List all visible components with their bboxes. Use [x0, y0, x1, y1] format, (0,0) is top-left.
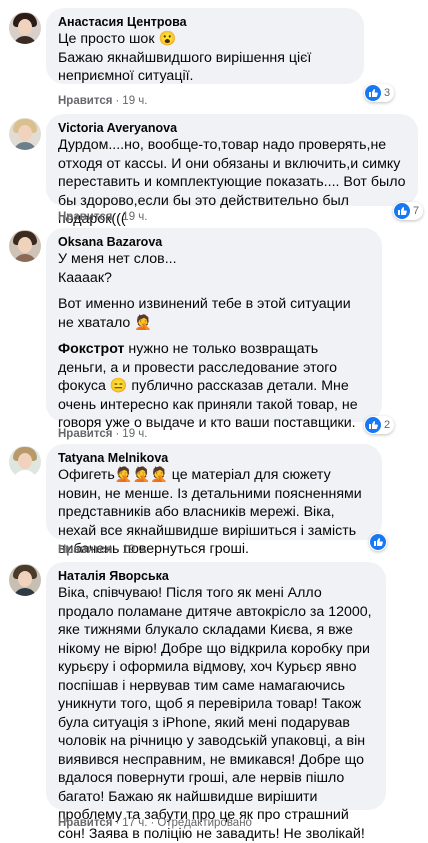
avatar[interactable]	[9, 12, 41, 44]
comment-meta: Нравится · 19 ч.	[58, 210, 147, 224]
comment-bubble: Наталія Яворська Віка, співчуваю! Після …	[46, 562, 386, 842]
comment-meta: Нравится · 19 ч.	[58, 94, 147, 108]
comment-author[interactable]: Tatyana Melnikova	[58, 450, 370, 466]
comment-time[interactable]: 19 ч.	[122, 428, 147, 440]
avatar[interactable]	[9, 118, 41, 150]
comment-line: Кааaак?	[58, 269, 112, 286]
comment-author[interactable]: Анастасия Центрова	[58, 14, 352, 30]
comment-time[interactable]: 17 ч.	[122, 817, 147, 829]
comment-author[interactable]: Victoria Averyanova	[58, 120, 406, 136]
comment-author[interactable]: Наталія Яворська	[58, 568, 374, 584]
like-icon	[370, 534, 386, 550]
avatar[interactable]	[9, 230, 41, 262]
comment-text: Це просто шок 😮 Бажаю якнайшвидшого вирі…	[58, 30, 352, 86]
like-button[interactable]: Нравится	[58, 428, 112, 440]
comment-text: Віка, співчуваю! Після того як мені Алло…	[58, 584, 374, 843]
reaction-number: 2	[384, 419, 391, 431]
comment-line: Віка, співчуваю! Після того як мені Алло…	[58, 585, 372, 842]
comment-time[interactable]: 19 ч.	[122, 211, 147, 223]
comment-time[interactable]: 19 ч.	[122, 95, 147, 107]
separator: ·	[115, 211, 120, 223]
comment-text: У меня нет слов... Кааaак? Вот именно из…	[58, 250, 370, 433]
comment-line: Це просто шок 😮	[58, 31, 177, 47]
like-button[interactable]: Нравится	[58, 544, 112, 556]
avatar[interactable]	[9, 446, 41, 478]
comment-bubble: Oksana Bazarova У меня нет слов... Кааaа…	[46, 228, 382, 431]
reaction-count[interactable]: 7	[393, 202, 424, 220]
edited-label[interactable]: Отредактировано	[157, 817, 252, 829]
like-icon	[365, 85, 381, 101]
comment-line: Вот именно извинений тебе в этой ситуаци…	[58, 296, 351, 331]
comment-bubble: Victoria Averyanova Дурдом....но, вообще…	[46, 114, 418, 227]
separator: ·	[115, 544, 120, 556]
comment-bubble: Tatyana Melnikova Офигеть🤦🤦🤦 це матеріал…	[46, 444, 382, 557]
comment-bubble: Анастасия Центрова Це просто шок 😮 Бажаю…	[46, 8, 364, 84]
like-icon	[365, 417, 381, 433]
separator: ·	[115, 95, 120, 107]
like-button[interactable]: Нравится	[58, 817, 112, 829]
like-button[interactable]: Нравится	[58, 211, 112, 223]
comment-line: Бажаю якнайшвидшого вирішення цієї непри…	[58, 49, 312, 85]
reaction-number: 7	[413, 205, 420, 217]
comment-time[interactable]: 19 ч.	[122, 544, 147, 556]
reaction-count[interactable]	[369, 533, 387, 551]
reaction-count[interactable]: 3	[364, 84, 395, 102]
comment-meta: Нравится · 19 ч.	[58, 543, 147, 557]
mentioned-page-link[interactable]: Фокстрот	[58, 341, 124, 357]
reaction-count[interactable]: 2	[364, 416, 395, 434]
comment-meta: Нравится · 19 ч.	[58, 427, 147, 441]
like-button[interactable]: Нравится	[58, 95, 112, 107]
separator: ·	[115, 817, 120, 829]
avatar[interactable]	[9, 564, 41, 596]
comment-line: У меня нет слов...	[58, 251, 177, 267]
comment-author[interactable]: Oksana Bazarova	[58, 234, 370, 250]
reaction-number: 3	[384, 87, 391, 99]
separator: ·	[150, 817, 155, 829]
separator: ·	[115, 428, 120, 440]
comment-meta: Нравится · 17 ч. · Отредактировано	[58, 816, 252, 830]
like-icon	[394, 203, 410, 219]
